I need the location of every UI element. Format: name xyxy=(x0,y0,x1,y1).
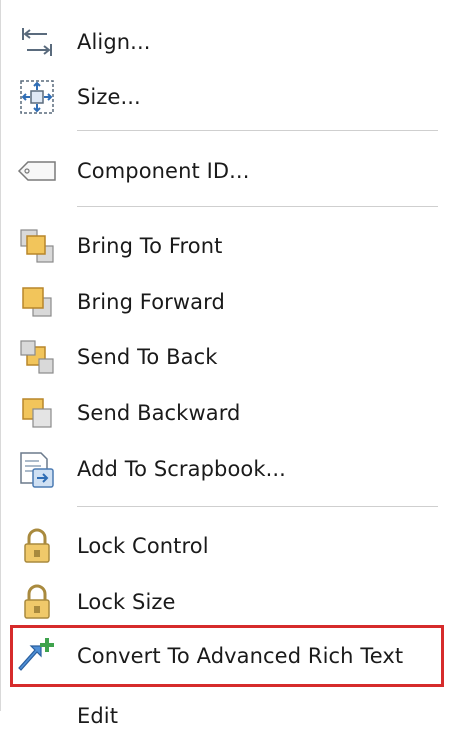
menu-item-label: Align... xyxy=(77,30,151,54)
menu-item-label: Component ID... xyxy=(77,159,250,183)
menu-item-component-id[interactable]: Component ID... xyxy=(11,147,441,195)
menu-item-send-to-back[interactable]: Send To Back xyxy=(11,333,441,381)
tag-icon xyxy=(11,149,63,193)
menu-item-edit[interactable]: Edit xyxy=(11,692,441,740)
menu-item-label: Bring To Front xyxy=(77,234,223,258)
menu-separator xyxy=(77,130,438,131)
align-icon xyxy=(11,20,63,64)
menu-item-label: Convert To Advanced Rich Text xyxy=(77,644,404,668)
menu-item-send-backward[interactable]: Send Backward xyxy=(11,389,441,437)
convert-arrow-plus-icon xyxy=(11,634,63,678)
menu-item-size[interactable]: Size... xyxy=(11,73,441,121)
menu-item-label: Send Backward xyxy=(77,401,241,425)
send-backward-icon xyxy=(11,391,63,435)
context-menu: Align... Size... Component ID... Bring T… xyxy=(0,0,451,728)
menu-item-label: Send To Back xyxy=(77,345,218,369)
menu-item-label: Bring Forward xyxy=(77,290,225,314)
menu-item-lock-control[interactable]: Lock Control xyxy=(11,522,441,570)
menu-item-label: Lock Size xyxy=(77,590,176,614)
menu-item-lock-size[interactable]: Lock Size xyxy=(11,578,441,626)
padlock-icon xyxy=(11,524,63,568)
menu-item-label: Size... xyxy=(77,85,141,109)
menu-item-add-to-scrapbook[interactable]: Add To Scrapbook... xyxy=(11,445,441,493)
bring-to-front-icon xyxy=(11,224,63,268)
menu-item-label: Add To Scrapbook... xyxy=(77,457,286,481)
menu-item-align[interactable]: Align... xyxy=(11,18,441,66)
menu-separator xyxy=(77,206,438,207)
menu-item-label: Lock Control xyxy=(77,534,209,558)
size-icon xyxy=(11,75,63,119)
menu-item-label: Edit xyxy=(77,704,119,728)
blank-icon xyxy=(11,694,63,738)
bring-forward-icon xyxy=(11,280,63,324)
padlock-icon xyxy=(11,580,63,624)
send-to-back-icon xyxy=(11,335,63,379)
menu-item-bring-to-front[interactable]: Bring To Front xyxy=(11,222,441,270)
menu-item-bring-forward[interactable]: Bring Forward xyxy=(11,278,441,326)
scrapbook-icon xyxy=(11,447,63,491)
menu-separator xyxy=(77,506,438,507)
menu-item-convert-to-advanced-rich-text[interactable]: Convert To Advanced Rich Text xyxy=(11,632,441,680)
